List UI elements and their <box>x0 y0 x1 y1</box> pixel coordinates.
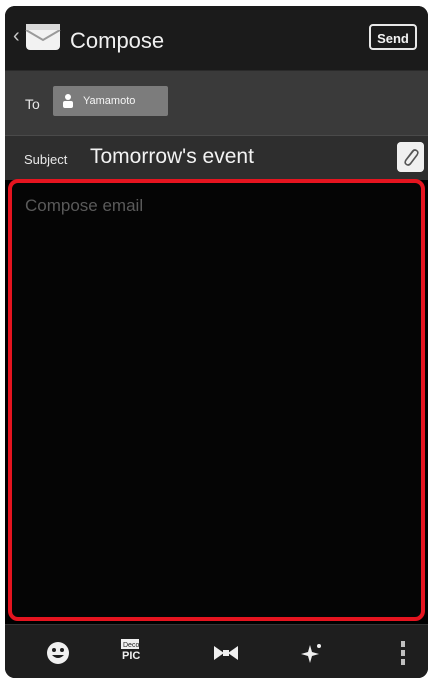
recipient-chip-name: Yamamoto <box>83 95 136 107</box>
deco-pic-icon[interactable]: Deco PIC <box>116 633 156 673</box>
page-title: Compose <box>70 28 165 53</box>
bottom-toolbar: Deco PIC <box>5 624 428 678</box>
back-chevron-icon[interactable]: ‹ <box>13 26 20 46</box>
paperclip-icon[interactable] <box>397 142 424 172</box>
to-row: To Yamamoto <box>5 71 428 136</box>
more-vert-icon[interactable] <box>383 633 423 673</box>
deco-pic-label-top: Deco <box>123 642 139 649</box>
compose-body-field[interactable]: Compose email <box>8 179 425 621</box>
to-label: To <box>25 96 40 112</box>
bow-tie-icon[interactable] <box>206 633 246 673</box>
subject-label: Subject <box>24 152 68 167</box>
deco-pic-label-bottom: PIC <box>122 650 141 662</box>
app-header: ‹ Compose Send <box>5 6 428 71</box>
sparkle-icon[interactable] <box>292 633 332 673</box>
subject-input[interactable]: Tomorrow's event <box>90 144 254 170</box>
recipient-chip[interactable]: Yamamoto <box>53 86 168 116</box>
smiley-icon[interactable] <box>38 633 78 673</box>
subject-row[interactable]: Subject Tomorrow's event <box>5 136 428 180</box>
email-app-icon[interactable] <box>24 22 62 52</box>
compose-placeholder: Compose email <box>25 196 144 215</box>
send-button[interactable]: Send <box>369 24 417 50</box>
person-icon <box>63 94 73 108</box>
phone-screen: ‹ Compose Send To Yamamoto Subject Tomor… <box>5 6 428 678</box>
